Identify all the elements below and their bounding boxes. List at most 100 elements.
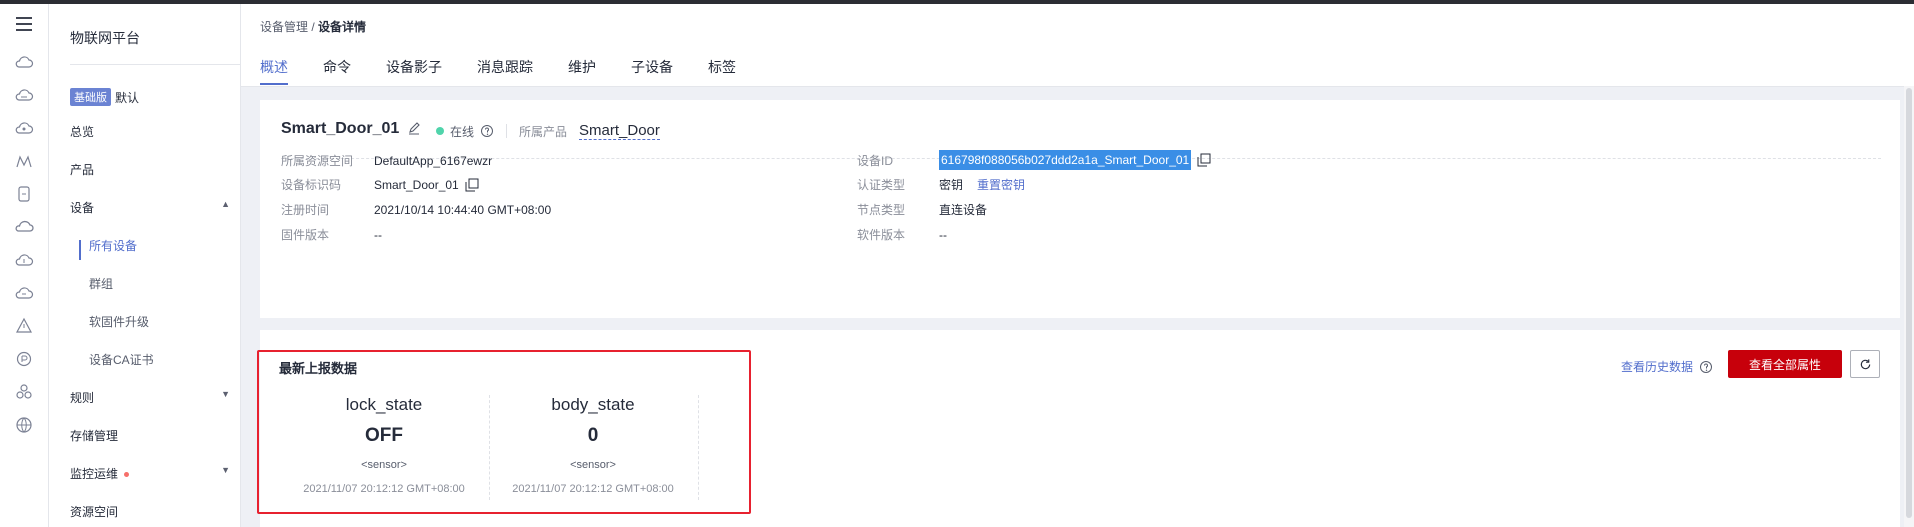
cloud-icon[interactable] — [12, 215, 36, 239]
edit-icon[interactable] — [407, 122, 421, 136]
kv-node-id: 设备标识码 Smart_Door_01 — [281, 176, 479, 193]
app-title: 物联网平台 — [70, 30, 140, 46]
nav-item-storage[interactable]: 存储管理 — [70, 427, 230, 444]
kv-device-id: 设备ID 616798f088056b027ddd2a1a_Smart_Door… — [857, 150, 1211, 170]
mobile-icon[interactable] — [12, 182, 36, 206]
page-header: 设备管理 / 设备详情 概述 命令 设备影子 消息跟踪 维护 子设备 标签 — [241, 4, 1914, 87]
view-all-properties-button[interactable]: 查看全部属性 — [1728, 350, 1842, 378]
tab-message-trace[interactable]: 消息跟踪 — [477, 57, 533, 85]
kv-value: 密钥 — [939, 178, 964, 192]
nav-item-overview[interactable]: 总览 — [70, 123, 230, 140]
property-time: 2021/11/07 20:12:12 GMT+08:00 — [303, 483, 465, 495]
kv-label: 所属资源空间 — [281, 154, 354, 168]
reset-secret-link[interactable]: 重置密钥 — [977, 176, 1025, 193]
refresh-icon — [1860, 358, 1870, 369]
nav-sub-firmware-upgrade[interactable]: 软固件升级 — [89, 313, 149, 330]
kv-value: -- — [374, 227, 382, 242]
kv-firmware-version: 固件版本 -- — [281, 226, 382, 243]
history-data-link[interactable]: 查看历史数据 — [1621, 358, 1713, 375]
kv-label: 软件版本 — [857, 228, 906, 242]
kv-label: 节点类型 — [857, 203, 906, 217]
tab-device-shadow[interactable]: 设备影子 — [386, 57, 442, 85]
breadcrumb-separator: / — [308, 20, 319, 34]
kv-label: 认证类型 — [857, 178, 906, 192]
cloud-icon[interactable] — [12, 281, 36, 305]
status-text: 在线 — [450, 124, 475, 139]
nav-item-resource-space[interactable]: 资源空间 — [70, 503, 230, 520]
cloud-icon[interactable] — [12, 83, 36, 107]
monitor-icon[interactable] — [12, 149, 36, 173]
property-type: <sensor> — [361, 459, 407, 471]
kv-value: -- — [939, 227, 947, 242]
property-time: 2021/11/07 20:12:12 GMT+08:00 — [512, 483, 674, 495]
copy-icon[interactable] — [465, 178, 479, 192]
nav-sub-all-devices[interactable]: 所有设备 — [89, 237, 137, 254]
kv-value-wrap: 密钥 重置密钥 — [939, 176, 1025, 193]
cloud-icon[interactable] — [12, 248, 36, 272]
product-label: 所属产品 — [519, 124, 568, 139]
cloud-icon[interactable] — [12, 116, 36, 140]
breadcrumb-current: 设备详情 — [318, 20, 367, 34]
device-info-card: Smart_Door_01 在线 所属产品 Smart_Door 所属资源空间 … — [260, 100, 1900, 318]
refresh-button[interactable] — [1850, 350, 1880, 378]
nav-item-monitor-label: 监控运维 — [70, 467, 119, 481]
help-icon[interactable] — [1699, 360, 1713, 374]
side-nav: 物联网平台 基础版 默认 总览 产品 设备 ▲ 所有设备 群组 软固件升级 设备… — [49, 4, 250, 527]
nav-item-device[interactable]: 设备 ▲ — [70, 199, 230, 216]
edition-selector[interactable]: 基础版 默认 — [70, 88, 139, 106]
nav-item-monitor[interactable]: 监控运维 ▼ — [70, 465, 230, 482]
nav-sub-groups[interactable]: 群组 — [89, 275, 113, 292]
kv-label: 设备标识码 — [281, 178, 342, 192]
device-id-value[interactable]: 616798f088056b027ddd2a1a_Smart_Door_01 — [939, 150, 1192, 170]
property-type: <sensor> — [570, 459, 616, 471]
history-data-label: 查看历史数据 — [1621, 360, 1694, 374]
property-value: 0 — [587, 425, 599, 446]
device-name: Smart_Door_01 — [281, 120, 400, 137]
tab-commands[interactable]: 命令 — [323, 57, 351, 85]
kv-label: 固件版本 — [281, 228, 330, 242]
nav-item-rules[interactable]: 规则 ▼ — [70, 389, 230, 406]
kv-resource-space: 所属资源空间 DefaultApp_6167ewzr — [281, 152, 492, 169]
device-name-row: Smart_Door_01 — [281, 120, 421, 138]
copy-icon[interactable] — [1197, 153, 1211, 167]
tab-tags[interactable]: 标签 — [708, 57, 736, 85]
tab-overview[interactable]: 概述 — [260, 57, 288, 85]
breadcrumb-parent[interactable]: 设备管理 — [260, 20, 308, 34]
kv-node-type: 节点类型 直连设备 — [857, 201, 987, 218]
device-status: 在线 所属产品 Smart_Door — [436, 122, 660, 140]
kv-software-version: 软件版本 -- — [857, 226, 947, 243]
apps-icon[interactable] — [12, 380, 36, 404]
kv-value: 2021/10/14 10:44:40 GMT+08:00 — [374, 202, 552, 217]
kv-value-wrap: Smart_Door_01 — [374, 178, 479, 192]
active-indicator — [79, 240, 81, 260]
breadcrumb: 设备管理 / 设备详情 — [260, 18, 366, 35]
cloud-icon[interactable] — [12, 50, 36, 74]
nav-divider — [70, 64, 250, 65]
kv-value: DefaultApp_6167ewzr — [374, 153, 493, 168]
property-value: OFF — [365, 425, 403, 446]
notification-dot — [124, 472, 130, 478]
scrollbar-thumb[interactable] — [1906, 88, 1912, 518]
nav-sub-ca-cert[interactable]: 设备CA证书 — [89, 351, 154, 368]
property-card-lock-state: lock_state OFF <sensor> 2021/11/07 20:12… — [279, 395, 489, 495]
kv-value-wrap: 616798f088056b027ddd2a1a_Smart_Door_01 — [939, 150, 1211, 170]
kv-value: 直连设备 — [939, 203, 988, 217]
chevron-down-icon: ▼ — [221, 389, 230, 399]
nav-item-product[interactable]: 产品 — [70, 161, 230, 178]
edition-name: 默认 — [115, 90, 140, 105]
property-name: lock_state — [345, 395, 423, 414]
property-name: body_state — [551, 395, 635, 414]
warning-icon[interactable] — [12, 314, 36, 338]
circle-icon[interactable] — [12, 347, 36, 371]
product-link[interactable]: Smart_Door — [579, 122, 660, 140]
tab-maintenance[interactable]: 维护 — [568, 57, 596, 85]
menu-icon[interactable] — [12, 12, 36, 36]
chevron-up-icon: ▲ — [221, 199, 230, 209]
kv-label: 注册时间 — [281, 203, 330, 217]
tab-sub-devices[interactable]: 子设备 — [631, 57, 673, 85]
help-icon[interactable] — [480, 124, 494, 138]
edition-badge: 基础版 — [70, 88, 111, 106]
chevron-down-icon: ▼ — [221, 465, 230, 475]
globe-icon[interactable] — [12, 413, 36, 437]
divider — [506, 124, 508, 138]
